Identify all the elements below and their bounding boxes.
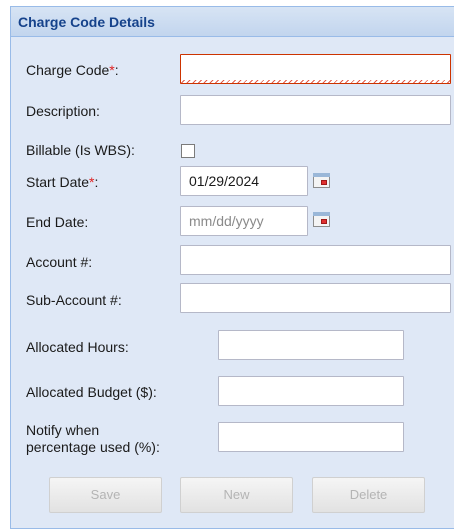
billable-checkbox[interactable] bbox=[181, 144, 195, 158]
billable-label: Billable (Is WBS): bbox=[26, 142, 135, 158]
calendar-icon[interactable] bbox=[312, 210, 332, 230]
account-label: Account #: bbox=[26, 254, 93, 270]
sub-account-input[interactable] bbox=[180, 283, 451, 313]
save-button[interactable]: Save bbox=[49, 477, 162, 513]
calendar-icon[interactable] bbox=[312, 171, 332, 191]
start-date-input[interactable] bbox=[180, 166, 308, 196]
description-input[interactable] bbox=[180, 95, 451, 125]
start-date-label: Start Date*: bbox=[26, 174, 99, 190]
end-date-input[interactable] bbox=[180, 206, 308, 236]
charge-code-details-panel: Charge Code Details Charge Code*: Descri… bbox=[10, 6, 454, 529]
end-date-label: End Date: bbox=[26, 214, 89, 230]
charge-code-label: Charge Code*: bbox=[26, 62, 119, 78]
panel-title: Charge Code Details bbox=[11, 7, 454, 37]
notify-label-line1: Notify when bbox=[26, 422, 100, 438]
sub-account-label: Sub-Account #: bbox=[26, 292, 122, 308]
delete-button[interactable]: Delete bbox=[312, 477, 425, 513]
allocated-budget-label: Allocated Budget ($): bbox=[26, 384, 157, 400]
description-label: Description: bbox=[26, 103, 100, 119]
account-input[interactable] bbox=[180, 245, 451, 275]
allocated-hours-input[interactable] bbox=[218, 330, 404, 360]
notify-label-line2: percentage used (%): bbox=[26, 439, 160, 455]
allocated-hours-label: Allocated Hours: bbox=[26, 339, 129, 355]
notify-percentage-input[interactable] bbox=[218, 422, 404, 452]
charge-code-input[interactable] bbox=[180, 54, 451, 84]
allocated-budget-input[interactable] bbox=[218, 376, 404, 406]
new-button[interactable]: New bbox=[180, 477, 293, 513]
